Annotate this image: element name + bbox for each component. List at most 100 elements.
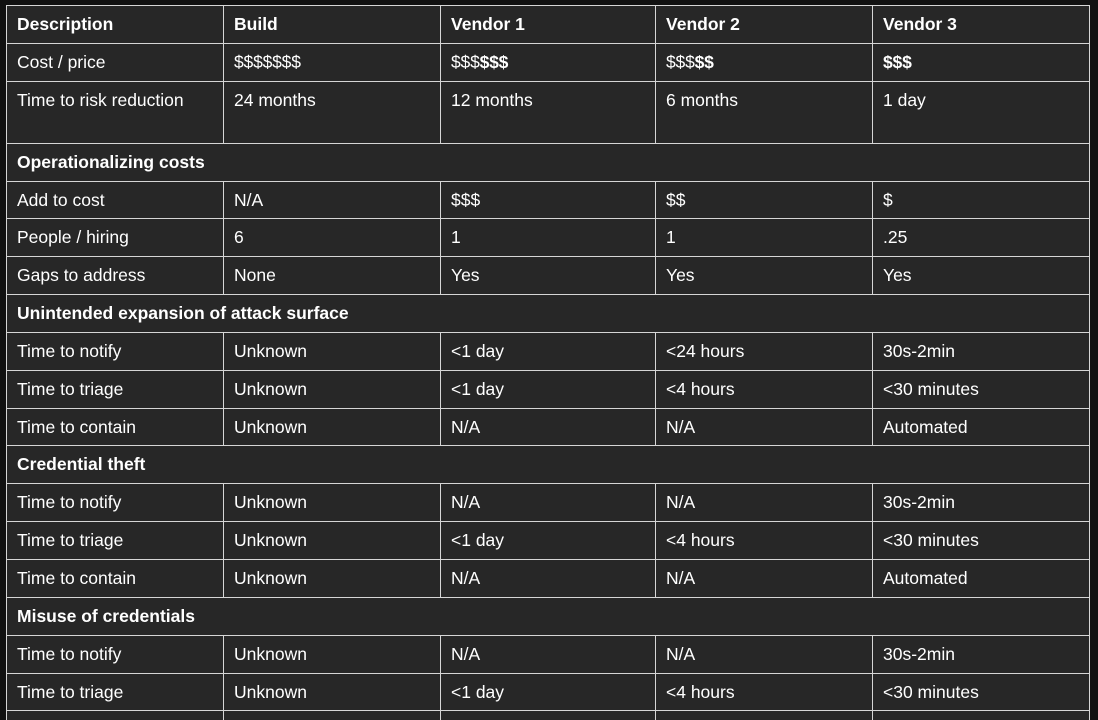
data-cell: Unknown <box>223 521 441 560</box>
table-header: Description Build Vendor 1 Vendor 2 Vendor 3 <box>6 5 1090 44</box>
row-label-cell: Time to contain <box>6 407 224 447</box>
row-label-cell: Time to risk reduction <box>6 80 224 144</box>
cost-rating-bold: $$ <box>694 51 714 72</box>
cost-rating-regular: $$$ <box>666 51 695 72</box>
data-cell: 6 months <box>655 80 873 144</box>
section-header-row: Misuse of credentials <box>6 596 1090 636</box>
data-cell: <1 day <box>440 369 656 409</box>
data-cell: N/A <box>440 483 656 523</box>
table-row: Time to containUnknownN/AN/AAutomated <box>6 558 1090 598</box>
data-cell: 30s-2min <box>872 483 1090 523</box>
data-cell: 1 day <box>872 80 1090 144</box>
row-label-cell: Time to notify <box>6 483 224 523</box>
data-cell: <1 day <box>440 521 656 560</box>
data-cell: <30 minutes <box>872 369 1090 409</box>
data-cell: N/A <box>440 710 656 720</box>
cost-rating: $$$ <box>883 52 912 72</box>
data-cell: 30s-2min <box>872 634 1090 674</box>
data-cell: <1 day <box>440 331 656 371</box>
section-header-row: Unintended expansion of attack surface <box>6 294 1090 333</box>
row-label-cell: Time to contain <box>6 710 224 720</box>
cost-rating-bold: $$$ <box>883 51 912 72</box>
data-cell: Unknown <box>223 672 441 712</box>
cost-rating: $$$$$ <box>666 52 714 72</box>
data-cell: <4 hours <box>655 369 873 409</box>
data-cell: N/A <box>440 558 656 598</box>
data-cell: Automated <box>872 558 1090 598</box>
data-cell: <1 day <box>440 672 656 712</box>
table-header-row: Description Build Vendor 1 Vendor 2 Vendor 3 <box>6 5 1090 44</box>
data-cell: Automated <box>872 710 1090 720</box>
column-header-vendor-3: Vendor 3 <box>872 5 1090 44</box>
table-row: Time to containUnknownN/AN/AAutomated <box>6 407 1090 447</box>
table-row: Time to triage Unknown <1 day <4 hours <30 m… <box>6 521 1090 560</box>
data-cell: Automated <box>872 407 1090 447</box>
row-label-cell: People / hiring <box>6 218 224 258</box>
cost-rating-regular: $$$$$$$ <box>234 51 301 72</box>
column-header-vendor-2: Vendor 2 <box>655 5 873 44</box>
data-cell: Yes <box>440 256 656 296</box>
table-row: Cost / price $$$$$$$ $$$$$$ $$$$$ $$$ <box>6 42 1090 82</box>
data-cell: $ <box>872 180 1090 220</box>
section-header-label: Credential theft <box>6 445 1090 485</box>
table-row: Gaps to address None Yes Yes Yes <box>6 256 1090 296</box>
data-cell: $$$ <box>440 180 656 220</box>
table-row: Time to risk reduction 24 months 12 months… <box>6 80 1090 144</box>
row-label-cell: Gaps to address <box>6 256 224 296</box>
data-cell: Unknown <box>223 369 441 409</box>
data-cell: N/A <box>655 407 873 447</box>
row-label-cell: Cost / price <box>6 42 224 82</box>
table-row: Time to notify Unknown N/A N/A 30s-2min <box>6 634 1090 674</box>
section-header-label: Operationalizing costs <box>6 142 1090 182</box>
row-label-cell: Time to contain <box>6 558 224 598</box>
cost-rating-regular: $$$ <box>451 51 480 72</box>
build-vs-vendor-comparison-table: Description Build Vendor 1 Vendor 2 Vendor 3… <box>6 5 1090 720</box>
data-cell: 12 months <box>440 80 656 144</box>
data-cell: $$$$$$$ <box>223 42 441 82</box>
data-cell: Yes <box>872 256 1090 296</box>
row-label-cell: Time to notify <box>6 634 224 674</box>
table-row: Time to triage Unknown <1 day <4 hours <30 m… <box>6 672 1090 712</box>
table-row: Add to cost N/A $$$ $$ $ <box>6 180 1090 220</box>
data-cell: 6 <box>223 218 441 258</box>
data-cell: Unknown <box>223 634 441 674</box>
row-label-cell: Time to triage <box>6 521 224 560</box>
table-row: Time to containUnknownN/AN/AAutomated <box>6 710 1090 720</box>
data-cell: $$$$$$ <box>440 42 656 82</box>
data-cell: Yes <box>655 256 873 296</box>
data-cell: Unknown <box>223 710 441 720</box>
row-label-cell: Add to cost <box>6 180 224 220</box>
data-cell: N/A <box>655 710 873 720</box>
data-cell: <4 hours <box>655 672 873 712</box>
data-cell: <30 minutes <box>872 672 1090 712</box>
row-label-cell: Time to triage <box>6 369 224 409</box>
data-cell: Unknown <box>223 331 441 371</box>
column-header-description: Description <box>6 5 224 44</box>
data-cell: <4 hours <box>655 521 873 560</box>
row-label-cell: Time to notify <box>6 331 224 371</box>
data-cell: <30 minutes <box>872 521 1090 560</box>
data-cell: N/A <box>440 634 656 674</box>
cost-rating-bold: $$$ <box>479 51 509 72</box>
row-label-cell: Time to triage <box>6 672 224 712</box>
section-header-label: Misuse of credentials <box>6 596 1090 636</box>
data-cell: N/A <box>655 634 873 674</box>
data-cell: Unknown <box>223 483 441 523</box>
data-cell: 1 <box>655 218 873 258</box>
data-cell: 1 <box>440 218 656 258</box>
table-row: Time to notify Unknown <1 day <24 hours 30s-… <box>6 331 1090 371</box>
table-body: Cost / price $$$$$$$ $$$$$$ $$$$$ $$$ Time to… <box>6 42 1090 720</box>
data-cell: N/A <box>655 483 873 523</box>
column-header-vendor-1: Vendor 1 <box>440 5 656 44</box>
table-row: Time to notify Unknown N/A N/A 30s-2min <box>6 483 1090 523</box>
column-header-build: Build <box>223 5 441 44</box>
section-header-row: Credential theft <box>6 445 1090 485</box>
table-row: People / hiring 6 1 1.25 <box>6 218 1090 258</box>
data-cell: Unknown <box>223 407 441 447</box>
cost-rating: $$$$$$$ <box>234 52 301 72</box>
data-cell: None <box>223 256 441 296</box>
data-cell: N/A <box>223 180 441 220</box>
data-cell: .25 <box>872 218 1090 258</box>
section-header-label: Unintended expansion of attack surface <box>6 294 1090 333</box>
data-cell: $$$$$ <box>655 42 873 82</box>
